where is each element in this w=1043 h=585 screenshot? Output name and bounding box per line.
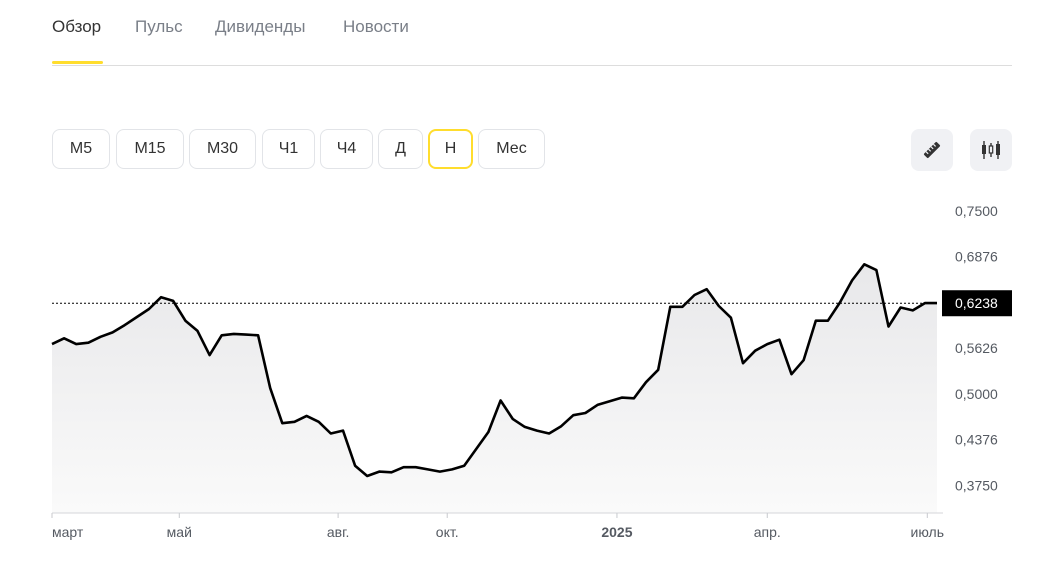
x-tick-label: март <box>52 524 84 540</box>
y-tick-label: 0,5000 <box>955 386 998 402</box>
x-tick-label: авг. <box>327 524 350 540</box>
y-tick-label: 0,4376 <box>955 432 998 448</box>
x-tick-label: 2025 <box>601 524 632 540</box>
price-chart[interactable]: 0,7500 0,6876 0,5626 0,5000 0,4376 0,3750 мар… <box>0 0 1043 585</box>
x-tick-label: окт. <box>436 524 459 540</box>
y-tick-label: 0,3750 <box>955 478 998 494</box>
y-tick-label: 0,5626 <box>955 340 998 356</box>
last-price-label: 0,6238 <box>955 295 998 311</box>
y-tick-label: 0,7500 <box>955 203 998 219</box>
x-tick-label: июль <box>911 524 944 540</box>
x-tick-label: апр. <box>754 524 781 540</box>
x-tick-label: май <box>167 524 192 540</box>
y-tick-label: 0,6876 <box>955 248 998 264</box>
price-area-fill <box>52 264 937 513</box>
